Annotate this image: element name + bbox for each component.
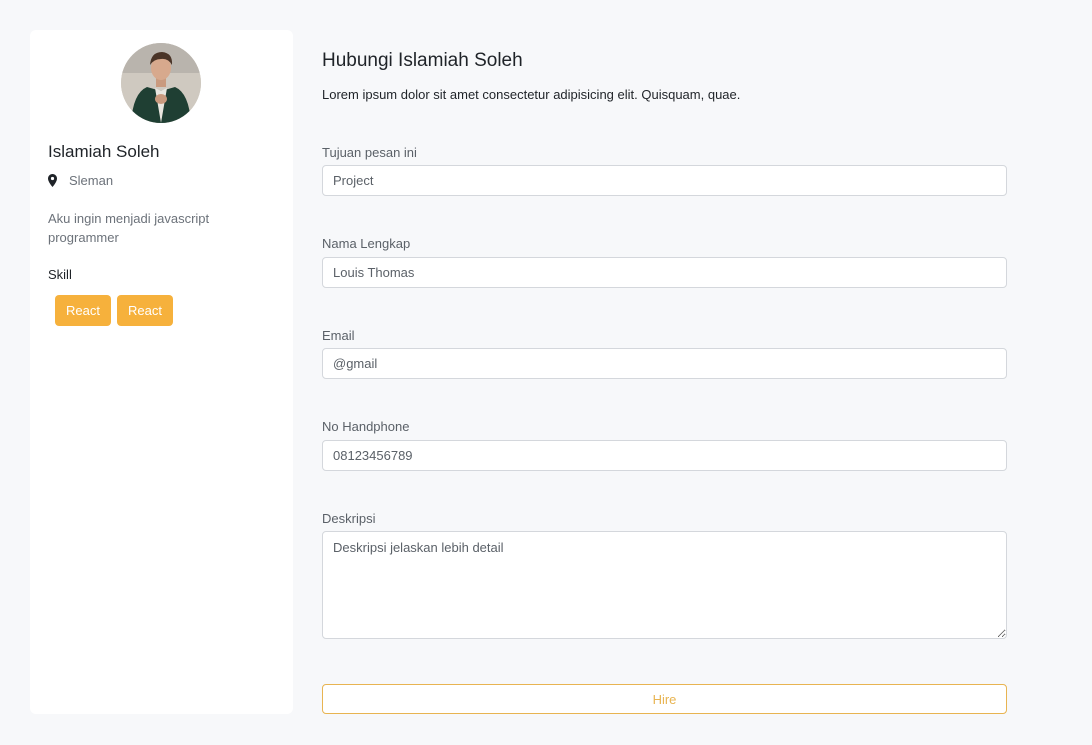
full-name-label: Nama Lengkap [322, 236, 411, 251]
map-pin-icon [48, 174, 57, 187]
avatar [121, 43, 201, 123]
full-name-input[interactable] [322, 257, 1007, 288]
page: Islamiah Soleh Sleman Aku ingin menjadi … [0, 0, 1092, 745]
form-title: Hubungi Islamiah Soleh [322, 50, 523, 71]
skill-badge: React [55, 295, 111, 326]
profile-bio: Aku ingin menjadi javascript programmer [48, 211, 210, 245]
skill-heading: Skill [48, 267, 72, 282]
skill-badge: React [116, 295, 173, 326]
form-subtitle: Lorem ipsum dolor sit amet consectetur a… [322, 87, 741, 102]
email-label: Email [322, 328, 355, 343]
description-label: Deskripsi [322, 511, 376, 526]
profile-location: Sleman [48, 173, 113, 188]
location-text: Sleman [69, 173, 114, 188]
profile-card: Islamiah Soleh Sleman Aku ingin menjadi … [30, 30, 293, 714]
purpose-label: Tujuan pesan ini [322, 145, 417, 160]
phone-input[interactable] [322, 440, 1007, 471]
purpose-input[interactable] [322, 165, 1007, 196]
hire-button[interactable]: Hire [322, 684, 1007, 714]
profile-name: Islamiah Soleh [48, 142, 160, 161]
skill-list: React React [55, 295, 173, 326]
avatar-photo [121, 43, 201, 123]
phone-label: No Handphone [322, 419, 410, 434]
description-textarea[interactable] [322, 531, 1007, 639]
email-input[interactable] [322, 348, 1007, 379]
